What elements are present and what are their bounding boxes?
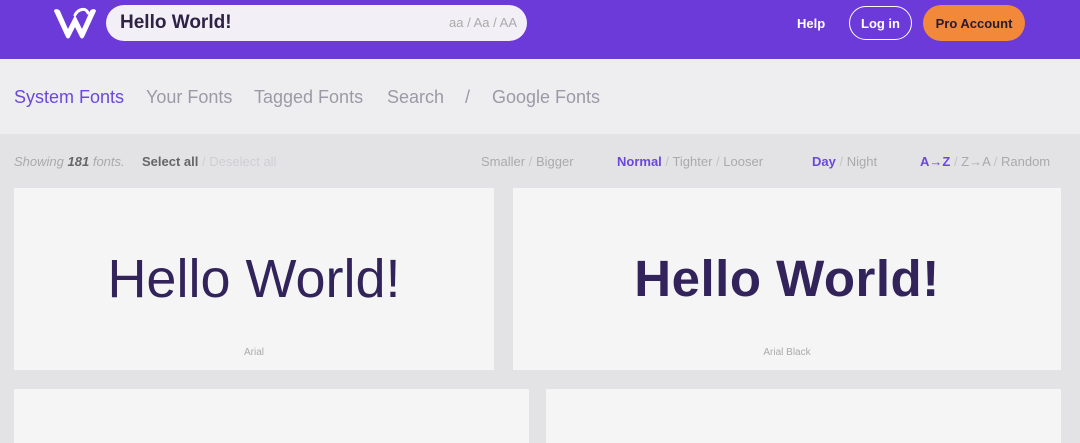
sort-a-z[interactable]: A→Z <box>920 154 950 169</box>
pro-account-button[interactable]: Pro Account <box>923 5 1025 41</box>
case-lower[interactable]: aa <box>449 15 463 30</box>
tab-search[interactable]: Search <box>387 87 444 108</box>
size-bigger[interactable]: Bigger <box>536 154 574 169</box>
font-name: Arial <box>243 347 264 358</box>
tab-tagged-fonts[interactable]: Tagged Fonts <box>254 87 363 108</box>
tab-system-fonts[interactable]: System Fonts <box>14 87 124 108</box>
top-header: aa / Aa / AA Help Log in Pro Account <box>0 0 1080 59</box>
theme-day[interactable]: Day <box>812 154 836 169</box>
theme-night[interactable]: Night <box>847 154 877 169</box>
font-card-arial-black[interactable]: Hello World! Arial Black <box>513 188 1061 370</box>
size-smaller[interactable]: Smaller <box>481 154 525 169</box>
select-all-link[interactable]: Select all <box>142 154 198 169</box>
font-name: Arial Black <box>763 347 811 358</box>
font-sample: Hello World! <box>634 250 940 307</box>
theme-controls: Day / Night <box>812 154 878 169</box>
font-count: Showing 181 fonts. <box>14 154 125 169</box>
tab-google-fonts[interactable]: Google Fonts <box>492 87 600 108</box>
font-source-tabs: System Fonts Your Fonts Tagged Fonts Sea… <box>0 59 1080 134</box>
spacing-controls: Normal / Tighter / Looser <box>617 154 764 169</box>
help-link[interactable]: Help <box>797 16 825 31</box>
logo-icon[interactable] <box>50 5 100 41</box>
deselect-all-link[interactable]: Deselect all <box>209 154 276 169</box>
sample-text-box: aa / Aa / AA <box>106 5 527 41</box>
sort-random[interactable]: Random <box>1001 154 1050 169</box>
sample-text-input[interactable] <box>120 5 420 41</box>
sort-z-a[interactable]: Z→A <box>961 154 990 169</box>
selection-controls: Select all / Deselect all <box>142 154 277 169</box>
tab-your-fonts[interactable]: Your Fonts <box>146 87 232 108</box>
login-button[interactable]: Log in <box>849 6 912 40</box>
spacing-normal[interactable]: Normal <box>617 154 662 169</box>
case-options: aa / Aa / AA <box>448 15 517 30</box>
font-card[interactable] <box>546 389 1061 443</box>
sort-controls: A→Z / Z→A / Random <box>920 154 1051 169</box>
font-sample: Hello World! <box>107 249 401 309</box>
tab-divider: / <box>465 87 471 107</box>
font-card[interactable] <box>14 389 529 443</box>
case-upper[interactable]: AA <box>500 15 517 30</box>
size-controls: Smaller / Bigger <box>481 154 574 169</box>
font-card-arial[interactable]: Hello World! Arial <box>14 188 494 370</box>
case-title[interactable]: Aa <box>474 15 490 30</box>
spacing-tighter[interactable]: Tighter <box>672 154 712 169</box>
spacing-looser[interactable]: Looser <box>723 154 763 169</box>
toolbar: Showing 181 fonts. Select all / Deselect… <box>0 134 1080 188</box>
